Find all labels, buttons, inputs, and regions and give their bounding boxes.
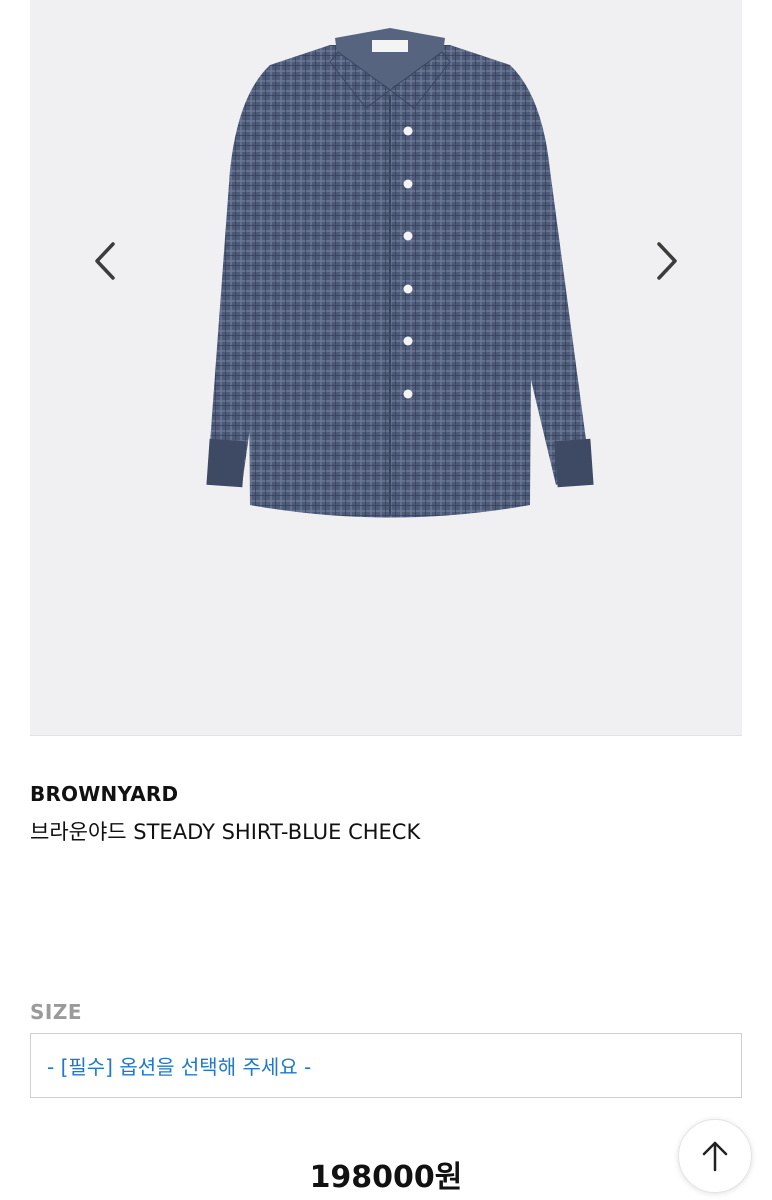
gallery-next-button[interactable]	[647, 236, 687, 286]
product-image-gallery[interactable]	[30, 0, 742, 736]
arrow-up-icon	[702, 1141, 728, 1172]
chevron-left-icon	[95, 242, 115, 280]
product-price: 198000원	[309, 1160, 463, 1195]
size-select-value: - [필수] 옵션을 선택해 주세요 -	[47, 1055, 312, 1079]
scroll-to-top-button[interactable]	[678, 1119, 752, 1193]
gallery-prev-button[interactable]	[85, 236, 125, 286]
chevron-right-icon	[657, 242, 677, 280]
product-title: 브라운야드 STEADY SHIRT-BLUE CHECK	[30, 820, 421, 844]
size-option-label: SIZE	[30, 1000, 83, 1024]
brand-name[interactable]: BROWNYARD	[30, 782, 178, 806]
size-select[interactable]: - [필수] 옵션을 선택해 주세요 -	[30, 1033, 742, 1098]
product-image	[206, 28, 594, 518]
